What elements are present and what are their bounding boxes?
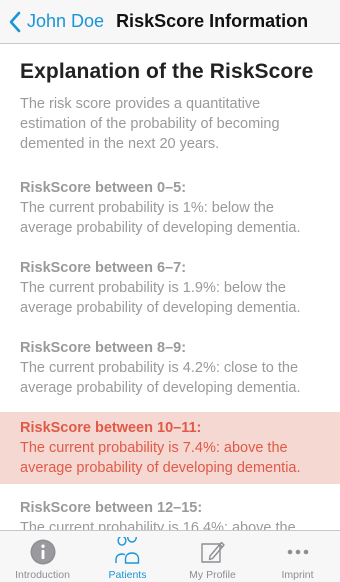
risk-range-description: The current probability is 7.4%: above t… [20,440,301,476]
tab-introduction[interactable]: Introduction [0,531,85,582]
main-content: Explanation of the RiskScore The risk sc… [0,45,340,572]
tab-label: Imprint [281,569,314,581]
tab-patients[interactable]: Patients [85,531,170,582]
page-title: RiskScore Information [116,11,309,31]
risk-range-description: The current probability is 1%: below the… [20,200,301,236]
patients-icon [114,537,139,564]
edit-profile-icon [200,541,225,563]
risk-range-title: RiskScore between 10–11: [20,420,202,436]
risk-range-item: RiskScore between 8–9: The current proba… [0,332,340,404]
intro-text: The risk score provides a quantitative e… [20,96,280,152]
tab-label: Patients [108,569,147,581]
tab-imprint[interactable]: Imprint [255,531,340,582]
tab-label: My Profile [189,569,236,581]
tab-my-profile[interactable]: My Profile [170,531,255,582]
risk-range-title: RiskScore between 12–15: [20,500,203,516]
risk-range-title: RiskScore between 8–9: [20,340,187,356]
risk-range-list: RiskScore between 0–5: The current proba… [0,172,340,564]
risk-range-title: RiskScore between 0–5: [20,180,187,196]
risk-range-description: The current probability is 1.9%: below t… [20,280,301,316]
navigation-bar: John Doe RiskScore Information [0,0,340,44]
section-heading: Explanation of the RiskScore [20,60,314,83]
tab-label: Introduction [15,569,70,581]
risk-range-title: RiskScore between 6–7: [20,260,187,276]
back-button-label: John Doe [27,11,105,31]
risk-range-item: RiskScore between 6–7: The current proba… [0,252,340,324]
risk-range-description: The current probability is 4.2%: close t… [20,360,301,396]
tab-bar: Introduction Patients My Profile Imprint [0,530,340,582]
more-icon [287,549,308,555]
back-button[interactable]: John Doe [0,0,104,44]
chevron-left-icon [9,11,21,32]
risk-range-item-highlighted: RiskScore between 10–11: The current pro… [0,412,340,484]
info-icon [30,539,55,565]
risk-range-item: RiskScore between 0–5: The current proba… [0,172,340,244]
